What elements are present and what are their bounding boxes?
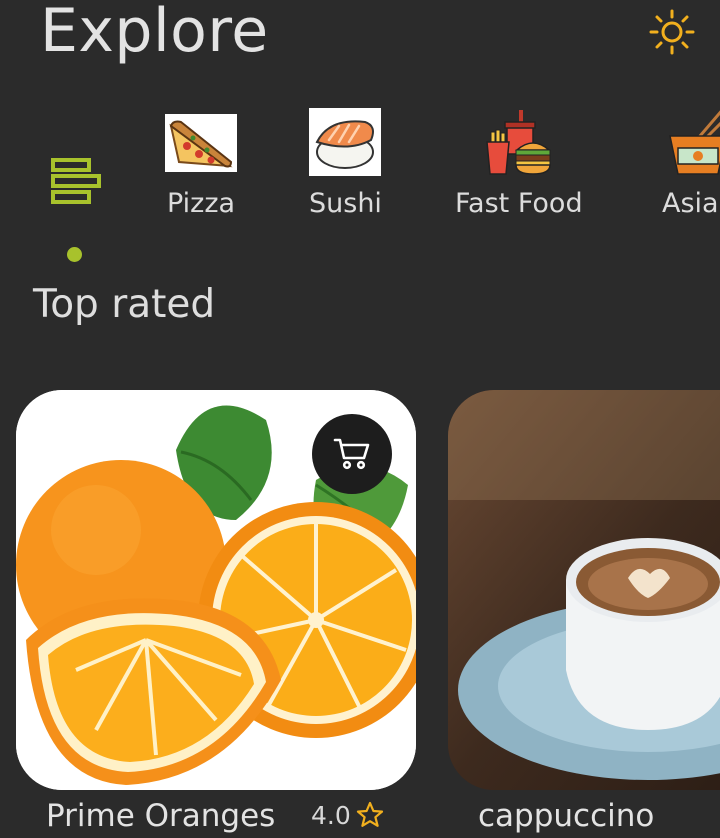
category-all-button[interactable] [48,156,104,212]
category-label: Pizza [166,188,236,219]
product-name: Prime Oranges [46,798,276,834]
category-asia[interactable]: Asia [662,106,720,219]
add-to-cart-button[interactable] [312,414,392,494]
menu-lines-icon [51,158,101,204]
theme-toggle-button[interactable] [648,8,696,56]
page-title: Explore [40,0,269,66]
asian-noodles-icon [669,110,720,175]
category-label: Asia [662,188,719,219]
selected-category-indicator [67,247,82,262]
star-icon[interactable] [356,801,384,829]
cart-icon [333,438,370,470]
product-name: cappuccino [478,798,655,834]
category-label: Fast Food [455,188,583,219]
product-rating: 4.0 [311,801,351,830]
cappuccino-photo [448,390,720,790]
sun-icon [649,9,695,55]
category-fast-food[interactable]: Fast Food [455,106,583,219]
explore-screen: Explore Pizza Sushi Fast Food Asia Top r… [0,0,720,838]
category-pizza[interactable]: Pizza [165,106,237,219]
category-label: Sushi [309,188,382,219]
sushi-icon [309,108,382,176]
fast-food-icon [485,110,551,175]
section-title: Top rated [33,282,216,327]
category-sushi[interactable]: Sushi [309,106,382,219]
product-card[interactable] [448,390,720,790]
pizza-icon [165,114,237,172]
